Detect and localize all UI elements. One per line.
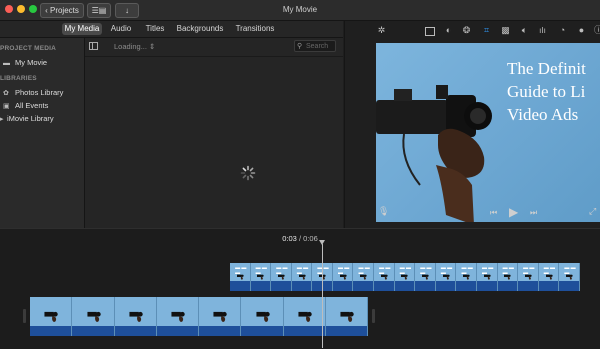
tab-transitions[interactable]: Transitions (231, 23, 279, 35)
search-field[interactable]: ⚲ Search (294, 40, 336, 52)
preview-title-text: The Definit Guide to Li Video Ads (507, 59, 586, 124)
clip-thumbnail: ▬ ▬ ▬ (353, 263, 375, 291)
magic-wand-icon[interactable]: ✲ (376, 25, 387, 36)
title-bar: ‹ Projects ☰▤ ↓ My Movie (0, 0, 600, 21)
search-icon: ⚲ (297, 43, 303, 50)
timecode-display: 0:03 / 0:06 (282, 234, 318, 243)
clip-thumbnail: ▬ ▬ ▬ (559, 263, 580, 291)
crop-icon[interactable]: ⌗ (481, 25, 492, 36)
clip-thumbnail: ▬ ▬ ▬ (476, 263, 498, 291)
clip-filter-icon[interactable]: ● (576, 25, 587, 36)
tab-my-media[interactable]: My Media (62, 23, 102, 35)
adjustments-toolbar: ✲ ◐ ❂ ⌗ ▩ 🔈︎ ıIı ◔ ● ⓘ (345, 21, 600, 39)
disclosure-triangle-icon: ▸ (0, 116, 4, 123)
tab-audio[interactable]: Audio (106, 23, 136, 35)
clip-thumbnail (241, 297, 284, 336)
viewer-panel: ✲ ◐ ❂ ⌗ ▩ 🔈︎ ıIı ◔ ● ⓘ The Definit Guide (344, 21, 600, 228)
media-browser: Loading... ⇕ ⚲ Search (85, 38, 343, 228)
clip-thumbnail (30, 297, 73, 336)
stabilization-icon[interactable]: ▩ (500, 25, 511, 36)
events-icon: ▣ (3, 103, 10, 110)
clip-thumbnail: ▬ ▬ ▬ (291, 263, 313, 291)
media-tab-bar: My Media Audio Titles Backgrounds Transi… (0, 21, 343, 38)
fullscreen-icon[interactable]: ⤢ (589, 206, 596, 217)
camera-hand-image (376, 85, 492, 222)
speed-icon[interactable]: ◔ (557, 25, 568, 36)
noise-reduction-icon[interactable]: ıIı (537, 25, 548, 36)
color-correction-icon[interactable]: ❂ (461, 25, 472, 36)
project-media-heading: PROJECT MEDIA (0, 45, 57, 52)
play-icon[interactable]: ▶ (509, 205, 518, 219)
loading-spinner-icon (240, 165, 256, 181)
skip-back-icon[interactable]: ⏮︎ (490, 208, 497, 218)
title-clip[interactable]: ▬ ▬ ▬ ▬ ▬ ▬ ▬ ▬ ▬ ▬ ▬ ▬ ▬ ▬ ▬ ▬ ▬ ▬ ▬ ▬ ▬ ▬ ▬ ▬… (230, 263, 580, 291)
window-title: My Movie (282, 5, 318, 14)
clip-thumbnail: ▬ ▬ ▬ (538, 263, 560, 291)
clip-thumbnail: ▬ ▬ ▬ (497, 263, 519, 291)
skip-forward-icon[interactable]: ⏭︎ (530, 208, 537, 218)
volume-icon[interactable]: 🔈︎ (519, 25, 530, 36)
playback-controls: 🎙︎ ⏮︎ ▶ ⏭︎ ⤢ (345, 202, 600, 228)
clip-thumbnail (156, 297, 199, 336)
color-balance-icon[interactable]: ◐ (443, 25, 454, 36)
clip-thumbnail: ▬ ▬ ▬ (250, 263, 272, 291)
clip-thumbnail: ▬ ▬ ▬ (271, 263, 292, 291)
clip-thumbnail: ▬ ▬ ▬ (435, 263, 457, 291)
clip-trim-handle-left[interactable] (23, 309, 26, 323)
clip-thumbnail: ▬ ▬ ▬ (230, 263, 251, 291)
clip-thumbnail: ▬ ▬ ▬ (415, 263, 436, 291)
sidebar-toggle-icon[interactable] (89, 42, 98, 50)
crop-aspect-icon[interactable] (425, 27, 435, 36)
clip-thumbnail: ▬ ▬ ▬ (456, 263, 477, 291)
tab-backgrounds[interactable]: Backgrounds (175, 23, 225, 35)
timeline-panel[interactable]: 0:03 / 0:06 ▬ ▬ ▬ ▬ ▬ ▬ ▬ ▬ ▬ ▬ ▬ ▬ ▬ ▬ ▬ ▬ ▬… (0, 228, 600, 349)
library-sidebar: PROJECT MEDIA ▬ My Movie LIBRARIES ✿ Photo… (0, 38, 85, 228)
loading-dropdown[interactable]: Loading... ⇕ (114, 42, 155, 51)
clip-thumbnail (199, 297, 242, 336)
photos-icon: ✿ (3, 90, 9, 97)
clip-thumbnail (283, 297, 326, 336)
project-icon: ▬ (3, 60, 10, 67)
browser-toolbar: Loading... ⇕ ⚲ Search (85, 38, 343, 57)
libraries-heading: LIBRARIES (0, 75, 37, 82)
clip-thumbnail: ▬ ▬ ▬ (518, 263, 539, 291)
video-clip[interactable] (30, 297, 368, 336)
info-icon[interactable]: ⓘ (593, 25, 600, 36)
sidebar-item-my-movie[interactable]: ▬ My Movie (3, 58, 47, 67)
playhead[interactable] (322, 244, 323, 348)
clip-thumbnail: ▬ ▬ ▬ (374, 263, 395, 291)
clip-thumbnail: ▬ ▬ ▬ (394, 263, 416, 291)
clip-thumbnail: ▬ ▬ ▬ (332, 263, 354, 291)
sidebar-item-imovie-library[interactable]: ▸ iMovie Library (0, 114, 54, 123)
clip-thumbnail (114, 297, 157, 336)
updown-chevron-icon: ⇕ (146, 42, 156, 51)
clip-thumbnail (325, 297, 368, 336)
sidebar-item-photos-library[interactable]: ✿ Photos Library (3, 88, 63, 97)
tab-titles[interactable]: Titles (140, 23, 170, 35)
video-preview[interactable]: The Definit Guide to Li Video Ads (376, 43, 600, 222)
clip-trim-handle-right[interactable] (372, 309, 375, 323)
microphone-icon[interactable]: 🎙︎ (378, 206, 389, 217)
clip-thumbnail (72, 297, 115, 336)
sidebar-item-all-events[interactable]: ▣ All Events (3, 101, 48, 110)
